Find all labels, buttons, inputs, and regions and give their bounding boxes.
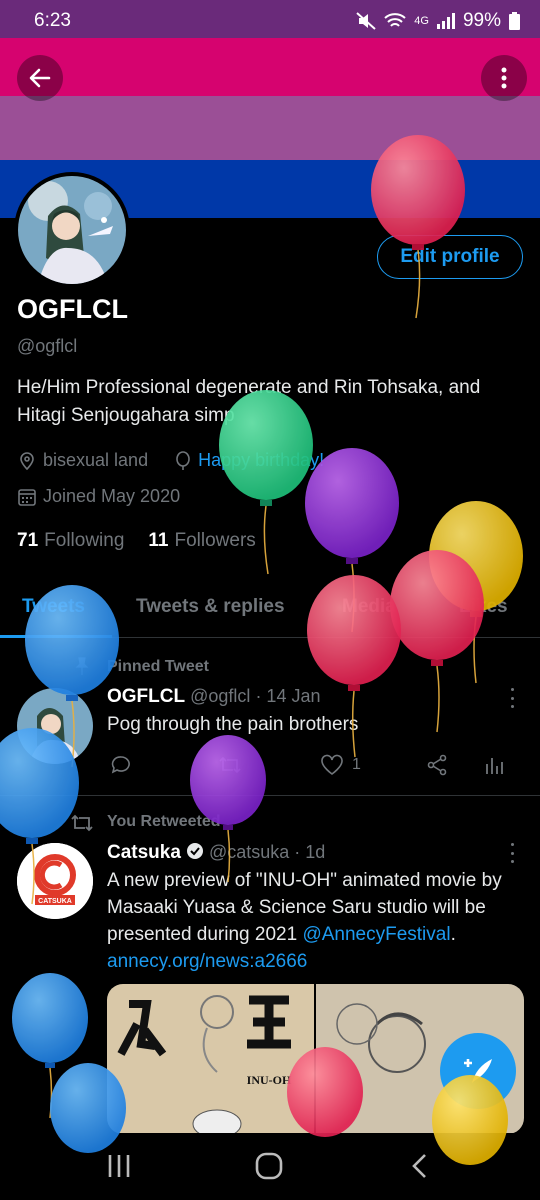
catsuka-avatar[interactable]: CATSUKA <box>17 843 93 919</box>
profile-avatar[interactable] <box>14 172 130 288</box>
tweet-more-button[interactable] <box>508 843 516 863</box>
retweet-button[interactable] <box>218 754 242 776</box>
active-tab-indicator <box>0 635 112 638</box>
network-type: 4G <box>414 15 429 27</box>
followers-link[interactable]: 11 Followers <box>148 530 255 552</box>
more-vertical-icon <box>501 67 507 89</box>
reply-icon <box>111 756 130 774</box>
banner-stripe-purple <box>0 96 540 160</box>
arrow-left-icon <box>29 68 51 88</box>
edit-profile-button[interactable]: Edit profile <box>377 235 523 279</box>
tweet-more-button[interactable] <box>508 688 516 708</box>
retweet-icon <box>219 756 241 774</box>
system-nav-bar <box>0 1133 540 1200</box>
tweet-author-handle: @catsuka <box>208 842 290 862</box>
profile-handle: @ogflcl <box>17 336 78 356</box>
url-link[interactable]: annecy.org/news:a2666 <box>107 951 307 972</box>
tab-likes[interactable]: Likes <box>459 596 508 618</box>
joined-row: Joined May 2020 <box>17 486 180 507</box>
tweet-time: · 1d <box>294 842 326 862</box>
home-icon[interactable] <box>255 1152 283 1180</box>
banner-stripe-pink <box>0 38 540 96</box>
following-link[interactable]: 71 Following <box>17 530 124 552</box>
battery-icon <box>509 12 520 30</box>
tweet-author-handle: @ogflcl <box>190 686 251 706</box>
like-button[interactable]: 1 <box>320 754 361 776</box>
profile-bio: He/Him Professional degenerate and Rin T… <box>17 377 481 426</box>
heart-icon <box>321 754 343 775</box>
follow-stats: 71 Following 11 Followers <box>17 530 256 552</box>
status-bar: 6:23 4G 99% <box>0 0 540 38</box>
compose-tweet-icon <box>464 1059 492 1083</box>
tweet-divider <box>0 795 540 796</box>
tweet-text: A new preview of "INU-OH" animated movie… <box>107 867 519 975</box>
avatar-image <box>18 176 126 284</box>
reply-button[interactable] <box>110 754 132 776</box>
following-count: 71 <box>17 530 39 551</box>
tab-media[interactable]: Media <box>342 596 396 618</box>
tweet-time: · 14 Jan <box>255 686 321 706</box>
catsuka-logo-text: CATSUKA <box>38 898 72 905</box>
media-caption: INU-OH <box>247 1073 292 1087</box>
balloon-blue <box>12 973 88 1119</box>
share-icon <box>427 754 447 776</box>
pinned-label: Pinned Tweet <box>107 658 209 675</box>
tweet-avatar[interactable] <box>17 688 93 764</box>
retweeted-label: You Retweeted <box>107 813 221 830</box>
birthday-link[interactable]: Happy birthday! <box>198 450 324 471</box>
wifi-icon <box>384 13 406 27</box>
balloon-red <box>390 550 484 733</box>
tweet-header: Catsuka @catsuka · 1d <box>107 842 325 864</box>
mute-icon <box>356 12 376 30</box>
tweet-author-name[interactable]: OGFLCL <box>107 686 185 707</box>
recent-apps-icon[interactable] <box>106 1153 132 1179</box>
compose-tweet-button[interactable] <box>440 1033 516 1109</box>
following-label: Following <box>44 530 125 551</box>
profile-tabs: Tweets Tweets & replies Media Likes <box>0 586 540 638</box>
location-pin-icon <box>20 451 34 470</box>
verified-badge-icon <box>186 843 203 859</box>
status-time: 6:23 <box>34 10 71 31</box>
mention-link[interactable]: @AnnecyFestival <box>302 924 450 945</box>
calendar-icon <box>18 488 36 506</box>
like-count: 1 <box>352 756 361 773</box>
status-icons: 4G 99% <box>356 10 520 32</box>
location-row: bisexual land Happy birthday! <box>17 450 324 471</box>
balloon-icon <box>176 450 190 470</box>
tab-tweets-replies[interactable]: Tweets & replies <box>136 596 285 618</box>
location-text: bisexual land <box>43 450 149 470</box>
profile-name: OGFLCL <box>17 294 128 324</box>
analytics-icon <box>486 758 503 774</box>
tweet-header: OGFLCL @ogflcl · 14 Jan <box>107 686 320 708</box>
signal-icon <box>436 13 455 29</box>
analytics-button[interactable] <box>484 754 504 776</box>
share-button[interactable] <box>426 754 448 776</box>
tweet-author-name[interactable]: Catsuka <box>107 842 181 863</box>
battery-percent: 99% <box>462 10 501 31</box>
joined-text: Joined May 2020 <box>43 486 181 506</box>
followers-count: 11 <box>148 530 169 551</box>
back-icon[interactable] <box>410 1153 430 1179</box>
tweet-body-end: . <box>450 924 456 945</box>
followers-label: Followers <box>174 530 256 551</box>
retweet-context-icon <box>71 814 93 832</box>
tweet-text: Pog through the pain brothers <box>107 714 359 735</box>
back-button[interactable] <box>17 55 63 101</box>
pin-icon <box>75 657 89 675</box>
tab-tweets[interactable]: Tweets <box>22 596 85 618</box>
more-options-button[interactable] <box>481 55 527 101</box>
